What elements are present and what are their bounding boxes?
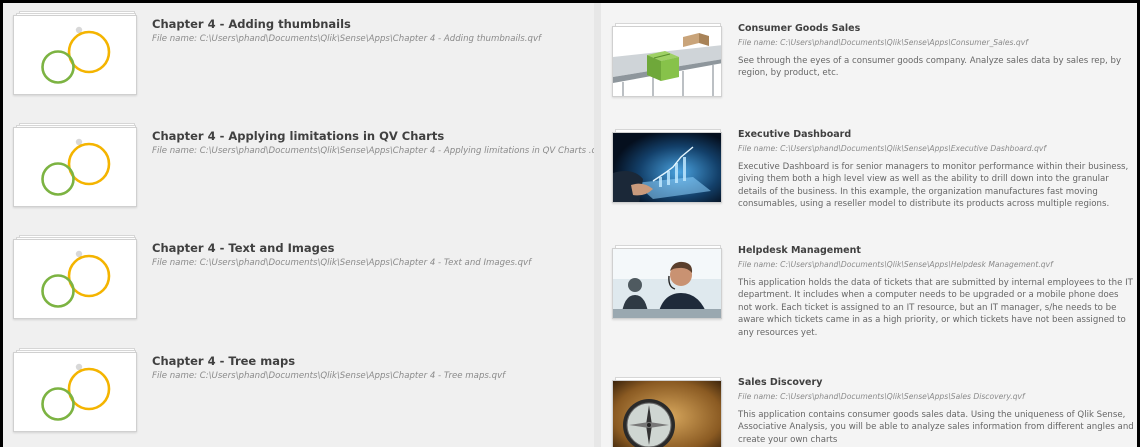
my-apps-column: Chapter 4 - Adding thumbnails File name:… (3, 3, 605, 447)
headset-agent-image (612, 248, 722, 319)
qlik-default-thumbnail (13, 15, 137, 95)
app-title[interactable]: Chapter 4 - Adding thumbnails (152, 17, 351, 31)
app-thumbnail[interactable] (13, 123, 137, 207)
app-file-name: File name: C:\Users\phand\Documents\Qlik… (152, 258, 532, 268)
app-thumbnail[interactable] (612, 23, 722, 97)
app-thumbnail[interactable] (13, 235, 137, 319)
app-title[interactable]: Chapter 4 - Applying limitations in QV C… (152, 129, 444, 143)
app-file-name: File name: C:\Users\phand\Documents\Qlik… (738, 144, 1047, 153)
app-title[interactable]: Chapter 4 - Tree maps (152, 354, 295, 368)
app-title[interactable]: Chapter 4 - Text and Images (152, 241, 335, 255)
qlik-default-thumbnail (13, 127, 137, 207)
app-file-name: File name: C:\Users\phand\Documents\Qlik… (738, 392, 1025, 401)
app-thumbnail[interactable] (13, 348, 137, 432)
app-title[interactable]: Sales Discovery (738, 377, 822, 388)
qlik-sense-logo-icon (41, 250, 111, 308)
app-file-name: File name: C:\Users\phand\Documents\Qlik… (152, 371, 506, 381)
app-title[interactable]: Helpdesk Management (738, 245, 861, 256)
app-file-name: File name: C:\Users\phand\Documents\Qlik… (738, 260, 1053, 269)
app-thumbnail[interactable] (612, 245, 722, 319)
app-thumbnail[interactable] (612, 129, 722, 203)
app-item[interactable]: Chapter 4 - Adding thumbnails File name:… (3, 3, 594, 113)
app-item[interactable]: Helpdesk Management File name: C:\Users\… (601, 225, 1137, 338)
app-item[interactable]: Chapter 4 - Tree maps File name: C:\User… (3, 340, 594, 447)
column-divider (594, 3, 601, 447)
qlik-sense-logo-icon (41, 138, 111, 196)
app-description: Executive Dashboard is for senior manage… (738, 162, 1129, 210)
app-thumbnail[interactable] (13, 11, 137, 95)
app-description: See through the eyes of a consumer goods… (738, 56, 1122, 79)
qlik-sense-logo-icon (41, 26, 111, 84)
app-file-name: File name: C:\Users\phand\Documents\Qlik… (152, 146, 606, 156)
app-item[interactable]: Chapter 4 - Applying limitations in QV C… (3, 115, 605, 225)
qlik-sense-logo-icon (41, 363, 111, 421)
qlik-default-thumbnail (13, 352, 137, 432)
conveyor-boxes-image (612, 26, 722, 97)
app-item[interactable]: Consumer Goods Sales File name: C:\Users… (601, 3, 1137, 115)
app-title[interactable]: Consumer Goods Sales (738, 23, 860, 34)
app-item[interactable]: Executive Dashboard File name: C:\Users\… (601, 109, 1137, 221)
qlik-default-thumbnail (13, 239, 137, 319)
holographic-chart-image (612, 132, 722, 203)
app-thumbnail[interactable] (612, 377, 722, 447)
app-item[interactable]: Chapter 4 - Text and Images File name: C… (3, 227, 594, 337)
app-item[interactable]: Sales Discovery File name: C:\Users\phan… (601, 357, 1137, 447)
compass-image (612, 380, 722, 447)
hub-app-list: Chapter 4 - Adding thumbnails File name:… (3, 3, 1137, 447)
app-description: This application holds the data of ticke… (738, 278, 1133, 338)
app-file-name: File name: C:\Users\phand\Documents\Qlik… (738, 38, 1028, 47)
app-description: This application contains consumer goods… (738, 410, 1134, 445)
example-apps-column: Consumer Goods Sales File name: C:\Users… (601, 3, 1137, 447)
app-title[interactable]: Executive Dashboard (738, 129, 851, 140)
app-file-name: File name: C:\Users\phand\Documents\Qlik… (152, 34, 542, 44)
